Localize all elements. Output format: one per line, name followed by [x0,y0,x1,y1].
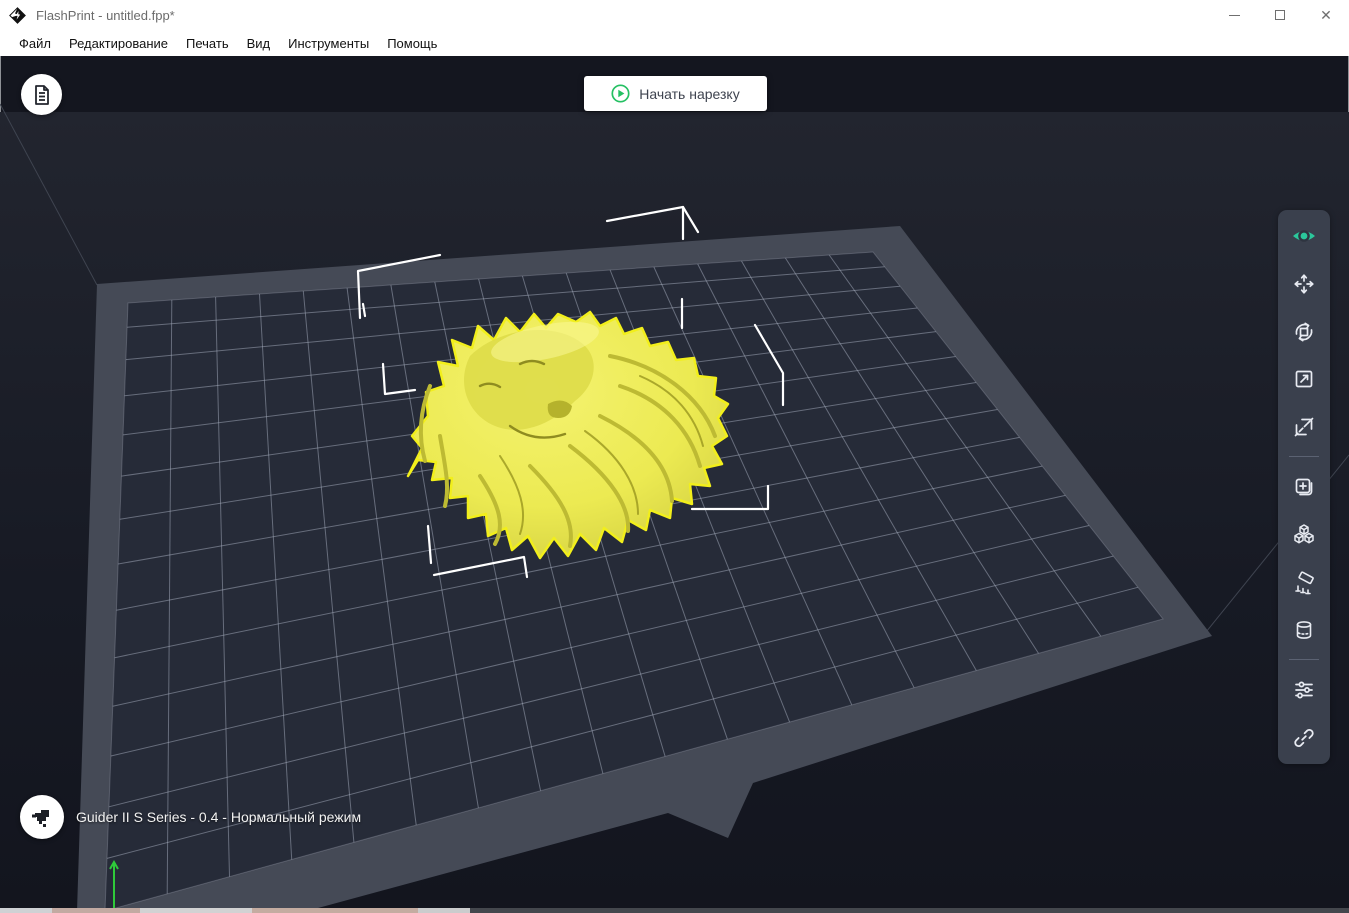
move-icon [1294,274,1314,294]
supports-icon [1295,571,1314,594]
rotate-icon [1295,322,1313,341]
viewport-3d[interactable] [0,56,1349,913]
document-icon [34,84,49,105]
file-button[interactable] [21,74,62,115]
right-toolbar [1278,210,1330,764]
menu-tools[interactable]: Инструменты [279,32,378,55]
minimize-button[interactable] [1211,0,1257,30]
menu-bar: Файл Редактирование Печать Вид Инструмен… [0,30,1349,56]
flashprint-window: Начать нарезку Guider II S Series - 0.4 … [0,0,1349,913]
scale-tool-button[interactable] [1278,355,1330,403]
scale-icon [1295,370,1313,388]
minimize-icon [1228,14,1240,16]
menu-view[interactable]: Вид [238,32,280,55]
title-bar: FlashPrint - untitled.fpp* ✕ [0,0,1349,30]
maximize-button[interactable] [1257,0,1303,30]
scene-canvas [0,103,1349,913]
close-button[interactable]: ✕ [1303,0,1349,30]
printer-icon [32,810,49,827]
multi-machine-button[interactable] [1278,714,1330,762]
flashprint-logo [9,6,26,24]
move-tool-button[interactable] [1278,260,1330,308]
sliders-icon [1295,681,1313,699]
menu-help[interactable]: Помощь [378,32,446,55]
cut-tool-button[interactable] [1278,403,1330,451]
start-slicing-label: Начать нарезку [639,85,740,102]
view-tool-button[interactable] [1278,212,1330,260]
add-model-icon [1295,478,1313,496]
add-model-button[interactable] [1278,463,1330,511]
taskbar-sliver [0,908,1349,913]
cubes-icon [1294,524,1314,544]
window-title: FlashPrint - untitled.fpp* [36,7,175,23]
menu-file[interactable]: Файл [10,32,60,55]
toolbar-divider [1289,659,1319,661]
maximize-icon [1275,10,1285,20]
menu-print[interactable]: Печать [177,32,238,55]
menu-edit[interactable]: Редактирование [60,32,177,55]
printer-status-chip[interactable]: Guider II S Series - 0.4 - Нормальный ре… [20,795,361,839]
eye-icon [1293,230,1315,242]
play-icon [611,84,630,103]
close-icon: ✕ [1320,7,1332,23]
supports-tool-button[interactable] [1278,559,1330,607]
cut-icon [1294,417,1314,437]
start-slicing-button[interactable]: Начать нарезку [584,76,767,111]
toolbar-divider [1289,456,1319,458]
printer-status-circle [20,795,64,839]
priming-tower-button[interactable] [1278,607,1330,655]
rotate-tool-button[interactable] [1278,308,1330,356]
window-controls: ✕ [1211,0,1349,30]
arrange-tool-button[interactable] [1278,511,1330,559]
print-settings-button[interactable] [1278,666,1330,714]
cylinder-icon [1296,621,1312,640]
printer-status-text: Guider II S Series - 0.4 - Нормальный ре… [76,809,362,825]
link-icon [1294,729,1314,748]
